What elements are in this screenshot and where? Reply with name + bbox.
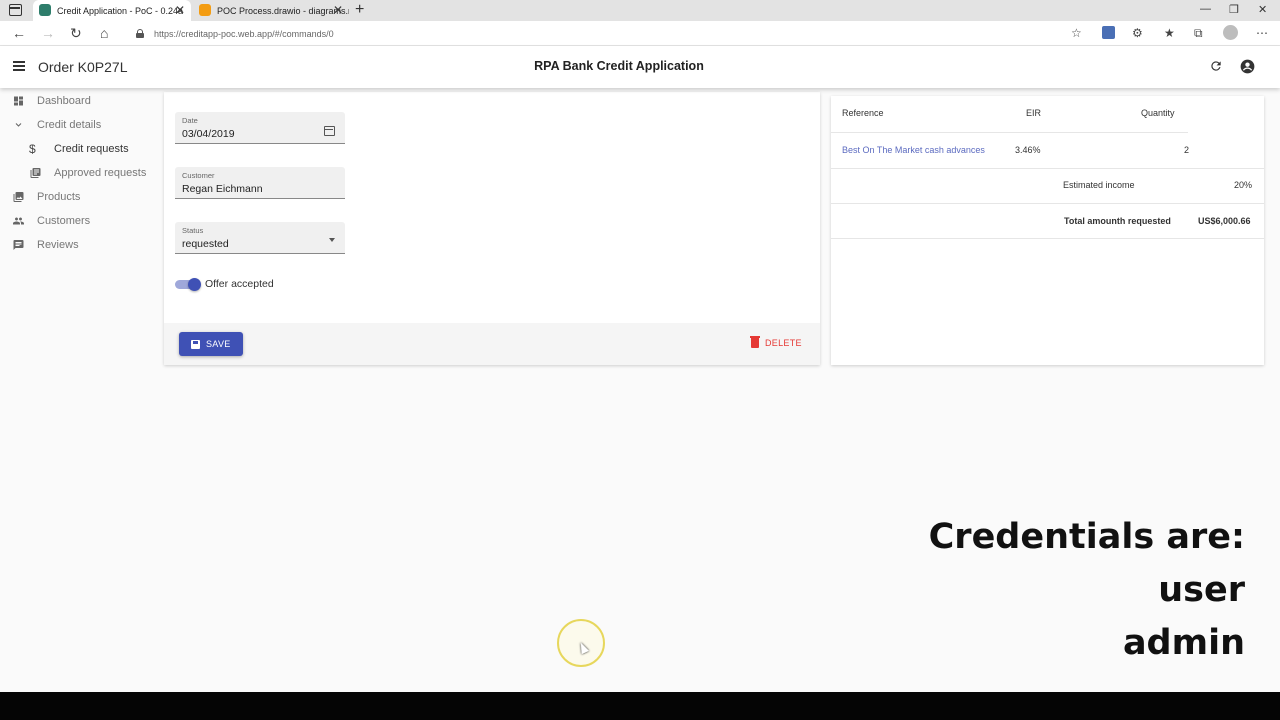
sidebar-item-products[interactable]: Products [0, 186, 160, 208]
favorites-icon[interactable]: ★ [1164, 26, 1175, 40]
reload-icon[interactable]: ↻ [70, 25, 82, 42]
order-summary-card: Reference EIR Quantity Best On The Marke… [831, 96, 1264, 365]
order-edit-form: Date 03/04/2019 Customer Regan Eichmann … [164, 92, 820, 365]
profile-icon[interactable] [1223, 25, 1238, 40]
estimated-income-row: Estimated income 20% [831, 169, 1264, 204]
estimated-income-value: 20% [1234, 180, 1253, 190]
back-icon[interactable]: ← [12, 25, 26, 41]
eir-value: 3.46% [1015, 145, 1041, 155]
forward-icon[interactable]: → [41, 25, 55, 41]
total-row: Total amounth requested US$6,000.66 [831, 204, 1264, 239]
sidebar-item-label: Customers [37, 215, 91, 227]
reference-header: Reference [842, 108, 884, 118]
sidebar-item-label: Reviews [37, 239, 79, 251]
sidebar-item-label: Credit requests [54, 143, 129, 155]
save-label: SAVE [206, 339, 231, 349]
sidebar-item-label: Products [37, 191, 81, 203]
collections-icon[interactable]: ⧉ [1194, 26, 1203, 41]
comment-icon [13, 240, 24, 250]
sidebar-item-credit-requests[interactable]: $ Credit requests [0, 138, 160, 160]
delete-button[interactable]: DELETE [749, 336, 805, 352]
customer-value: Regan Eichmann [182, 183, 263, 195]
app-header: Order K0P27L RPA Bank Credit Application [0, 46, 1280, 88]
sidebar-item-reviews[interactable]: Reviews [0, 234, 160, 256]
image-icon [13, 192, 24, 202]
total-label: Total amounth requested [1064, 216, 1171, 226]
quantity-value: 2 [1184, 145, 1190, 155]
sidebar-item-label: Credit details [37, 119, 102, 131]
overlay-caption-line1: Credentials are: [928, 517, 1245, 557]
new-tab-icon[interactable]: + [355, 1, 364, 19]
status-label: Status [182, 226, 204, 235]
account-icon[interactable] [1240, 59, 1255, 74]
browser-tabbar: Credit Application - PoC - 0.24a ✕ POC P… [0, 0, 1280, 21]
offer-accepted-toggle[interactable] [175, 278, 201, 291]
sidebar-item-label: Dashboard [37, 95, 91, 107]
minimize-icon[interactable]: — [1200, 3, 1211, 15]
calendar-icon[interactable] [324, 126, 335, 136]
tab-favicon-icon [199, 4, 211, 16]
date-value: 03/04/2019 [182, 128, 235, 140]
sidebar-item-approved-requests[interactable]: Approved requests [0, 162, 160, 184]
save-icon [191, 340, 200, 349]
toggle-knob [188, 278, 201, 291]
sidebar-item-dashboard[interactable]: Dashboard [0, 90, 160, 112]
list-icon [30, 168, 41, 178]
url-text: https://creditapp-poc.web.app/#/commands… [154, 28, 334, 39]
delete-label: DELETE [765, 338, 802, 348]
home-icon[interactable]: ⌂ [100, 25, 108, 41]
tab-close-icon[interactable]: ✕ [175, 3, 185, 17]
extensions-icon[interactable]: ⚙ [1132, 26, 1143, 40]
eir-header: EIR [1026, 108, 1042, 118]
tab-actions-icon[interactable] [9, 4, 22, 16]
table-row: Best On The Market cash advances 3.46% 2 [831, 133, 1264, 169]
total-value: US$6,000.66 [1198, 216, 1251, 226]
sidebar-item-label: Approved requests [54, 167, 147, 179]
restore-icon[interactable]: ❐ [1229, 3, 1239, 16]
tab-drawio[interactable]: POC Process.drawio - diagrams.n ✕ [193, 0, 349, 21]
tab-favicon-icon [39, 4, 51, 16]
overlay-caption-line2: user [1158, 570, 1245, 610]
table-header-row: Reference EIR Quantity [831, 96, 1188, 133]
product-reference-link[interactable]: Best On The Market cash advances [842, 145, 985, 155]
address-bar[interactable]: https://creditapp-poc.web.app/#/commands… [128, 24, 1088, 43]
refresh-icon[interactable] [1209, 59, 1223, 73]
customer-field[interactable]: Customer Regan Eichmann [175, 167, 345, 199]
tab-title: Credit Application - PoC - 0.24a [57, 5, 184, 16]
sidebar-item-customers[interactable]: Customers [0, 210, 160, 232]
customer-label: Customer [182, 171, 215, 180]
tab-title: POC Process.drawio - diagrams.n [217, 5, 349, 16]
app-title: RPA Bank Credit Application [534, 59, 704, 73]
trash-icon [750, 336, 760, 348]
form-toolbar: SAVE DELETE [164, 323, 820, 365]
quantity-header: Quantity [1141, 108, 1175, 118]
extension-uipath-icon[interactable] [1102, 26, 1115, 39]
bottom-bar [0, 692, 1280, 720]
tab-credit-application[interactable]: Credit Application - PoC - 0.24a ✕ [33, 0, 191, 21]
browser-toolbar: ← → ↻ ⌂ https://creditapp-poc.web.app/#/… [0, 21, 1280, 46]
dollar-icon: $ [29, 142, 36, 156]
save-button[interactable]: SAVE [179, 332, 243, 356]
chevron-down-icon [15, 123, 22, 127]
dashboard-icon [14, 96, 23, 106]
lock-icon [136, 29, 144, 38]
dropdown-arrow-icon [329, 238, 335, 242]
favorite-add-icon[interactable]: ☆ [1071, 26, 1082, 40]
status-value: requested [182, 238, 229, 250]
people-icon [13, 217, 24, 225]
sidebar-item-credit-details[interactable]: Credit details [0, 114, 160, 136]
offer-accepted-label: Offer accepted [205, 278, 274, 290]
tab-close-icon[interactable]: ✕ [333, 3, 343, 17]
window-close-icon[interactable]: ✕ [1258, 3, 1267, 16]
status-select[interactable]: Status requested [175, 222, 345, 254]
more-icon[interactable]: ⋯ [1256, 26, 1268, 40]
date-label: Date [182, 116, 198, 125]
date-field[interactable]: Date 03/04/2019 [175, 112, 345, 144]
overlay-caption-line3: admin [1122, 623, 1245, 663]
estimated-income-label: Estimated income [1063, 180, 1135, 190]
